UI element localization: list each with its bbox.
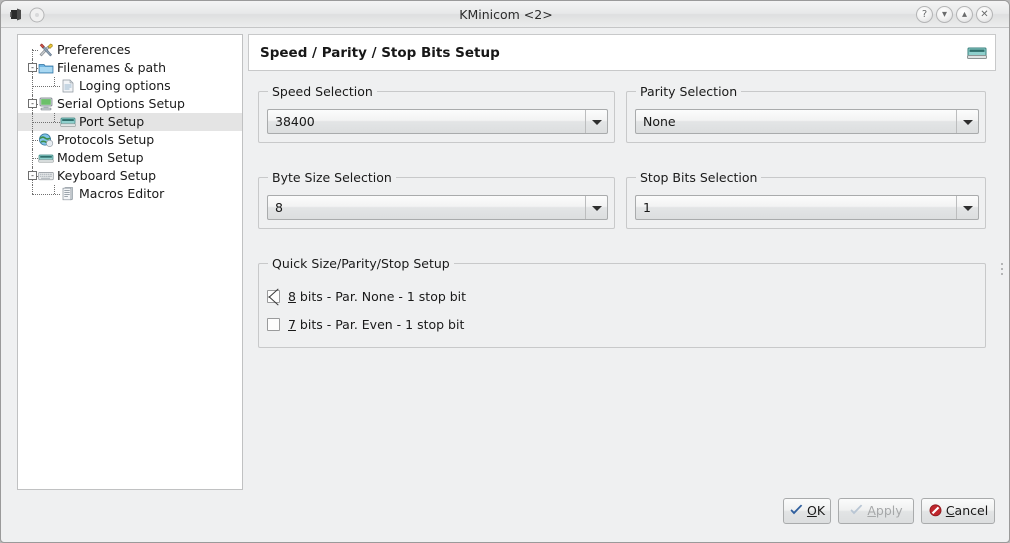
tree-expander-toggle[interactable]: -	[28, 99, 37, 108]
stop-bits-select-value: 1	[643, 200, 651, 215]
page-title: Speed / Parity / Stop Bits Setup	[260, 45, 500, 61]
tree-guide-line	[54, 113, 55, 122]
sidebar-item-preferences[interactable]: Preferences	[18, 41, 242, 67]
stop-bits-selection-group: Stop Bits Selection 1	[626, 170, 986, 229]
sidebar-item-label: Filenames & path	[57, 60, 166, 75]
parity-selection-group: Parity Selection None	[626, 84, 986, 143]
sidebar-item-label: Protocols Setup	[57, 132, 155, 147]
sidebar-item-filenames-path[interactable]: - Filenames & path	[18, 59, 242, 77]
computer-icon	[38, 97, 54, 111]
modem-icon	[38, 151, 54, 165]
tools-icon	[38, 43, 54, 57]
maximize-button[interactable]: ▴	[956, 6, 973, 23]
window-title: KMinicom <2>	[459, 7, 553, 22]
tree-guide-line	[32, 194, 60, 195]
stop-bits-selection-label: Stop Bits Selection	[636, 170, 762, 185]
tree-guide-line	[32, 86, 60, 87]
ok-button-accel: O	[806, 503, 817, 518]
tree-expander-toggle[interactable]: -	[28, 63, 37, 72]
serial-port-icon	[60, 115, 76, 129]
log-file-icon	[60, 79, 76, 93]
ok-button-label: K	[816, 503, 826, 518]
quick-option-8bit-label: 8 bits - Par. None - 1 stop bit	[288, 288, 466, 306]
chevron-down-icon[interactable]	[585, 196, 607, 219]
sidebar-item-label: Keyboard Setup	[57, 168, 157, 183]
checkbox-8bit[interactable]	[267, 290, 280, 303]
sidebar-item-label: Serial Options Setup	[57, 96, 185, 111]
folder-icon	[38, 61, 54, 75]
quick-option-8bit-accel: 8	[288, 289, 296, 304]
help-button[interactable]: ?	[916, 6, 933, 23]
parity-selection-label: Parity Selection	[636, 84, 742, 99]
quick-option-7bit-rest: bits - Par. Even - 1 stop bit	[295, 317, 465, 332]
cancel-button-label: ancel	[954, 503, 989, 518]
settings-content-pane: Speed / Parity / Stop Bits Setup Speed S…	[248, 34, 996, 490]
sidebar-item-port-setup[interactable]: Port Setup	[18, 113, 242, 131]
byte-size-select[interactable]: 8	[267, 195, 608, 220]
check-icon	[849, 501, 864, 515]
speed-select-value: 38400	[275, 114, 315, 129]
serial-port-icon	[967, 45, 987, 61]
speed-select[interactable]: 38400	[267, 109, 608, 134]
sidebar-item-modem-setup[interactable]: Modem Setup	[18, 149, 242, 167]
keyboard-icon	[38, 169, 54, 183]
splitter-handle[interactable]	[1001, 263, 1004, 279]
sidebar-item-protocols-setup[interactable]: Protocols Setup	[18, 131, 242, 149]
minimize-button[interactable]: ▾	[936, 6, 953, 23]
sidebar-item-loging-options[interactable]: Loging options	[18, 77, 242, 95]
tree-guide-line	[32, 185, 33, 194]
globe-icon	[38, 133, 54, 147]
chevron-down-icon[interactable]	[956, 196, 978, 219]
parity-select-value: None	[643, 114, 676, 129]
byte-size-selection-group: Byte Size Selection 8	[258, 170, 615, 229]
checkbox-7bit[interactable]	[267, 318, 280, 331]
tree-guide-line	[54, 77, 55, 86]
quick-setup-group: Quick Size/Parity/Stop Setup 8 bits - Pa…	[258, 256, 986, 348]
byte-size-selection-label: Byte Size Selection	[268, 170, 396, 185]
speed-selection-label: Speed Selection	[268, 84, 377, 99]
quick-option-7bit-accel: 7	[288, 317, 296, 332]
speed-selection-group: Speed Selection 38400	[258, 84, 615, 143]
quick-option-8bit-rest: bits - Par. None - 1 stop bit	[295, 289, 467, 304]
check-icon	[789, 501, 804, 515]
sidebar-item-label: Port Setup	[79, 114, 145, 129]
sidebar-item-label: Preferences	[57, 42, 131, 57]
sidebar-item-label: Macros Editor	[79, 186, 165, 201]
sidebar-item-keyboard-setup[interactable]: - Keyboard Setup	[18, 167, 242, 185]
tree-guide-line	[54, 185, 55, 194]
apply-button-label: pply	[875, 503, 903, 518]
sidebar-item-serial-options-setup[interactable]: - Serial Options Setup	[18, 95, 242, 113]
sidebar-item-macros-editor[interactable]: Macros Editor	[18, 185, 242, 203]
sidebar-item-label: Modem Setup	[57, 150, 144, 165]
ok-button[interactable]: OK	[783, 498, 831, 524]
quick-option-7bit-label: 7 bits - Par. Even - 1 stop bit	[288, 316, 464, 334]
settings-tree-panel[interactable]: Preferences - Filenames & path Loging optio…	[17, 34, 243, 490]
byte-size-select-value: 8	[275, 200, 283, 215]
page-header: Speed / Parity / Stop Bits Setup	[248, 34, 996, 71]
apply-button[interactable]: Apply	[838, 498, 914, 524]
quick-setup-label: Quick Size/Parity/Stop Setup	[268, 256, 454, 271]
stop-bits-select[interactable]: 1	[635, 195, 979, 220]
cancel-button-accel: C	[945, 503, 955, 518]
close-button[interactable]: ✕	[976, 6, 993, 23]
cancel-icon	[928, 501, 943, 517]
macros-icon	[60, 187, 76, 201]
parity-select[interactable]: None	[635, 109, 979, 134]
chevron-down-icon[interactable]	[585, 110, 607, 133]
tree-expander-toggle[interactable]: -	[28, 171, 37, 180]
sidebar-item-label: Loging options	[79, 78, 171, 93]
tree-guide-line	[32, 122, 60, 123]
chevron-down-icon[interactable]	[956, 110, 978, 133]
apply-button-accel: A	[867, 503, 876, 518]
main-window: KMinicom <2> ? ▾ ▴ ✕ Preferences - Filenam…	[0, 0, 1010, 543]
title-bar[interactable]: KMinicom <2> ? ▾ ▴ ✕	[1, 1, 1009, 28]
cancel-button[interactable]: Cancel	[921, 498, 995, 524]
